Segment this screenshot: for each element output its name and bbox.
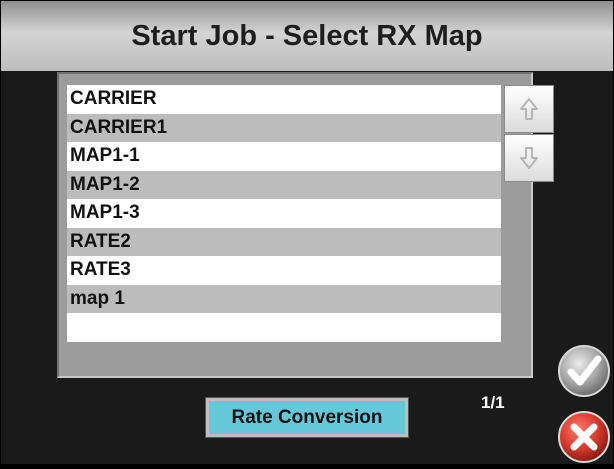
map-list-item[interactable]: CARRIER1 [67, 113, 501, 142]
map-list-item[interactable]: RATE2 [67, 227, 501, 256]
up-arrow-icon [520, 98, 538, 120]
scroll-down-button[interactable] [504, 134, 554, 182]
down-arrow-icon [520, 147, 538, 169]
page-indicator: 1/1 [481, 393, 505, 412]
rx-map-list-panel: CARRIER CARRIER1 MAP1-1 MAP1-2 MAP1-3 RATE2 RA… [57, 72, 554, 378]
map-list-item[interactable]: MAP1-2 [67, 170, 501, 199]
map-list-item[interactable]: map 1 [67, 284, 501, 313]
map-list-item[interactable]: MAP1-1 [67, 142, 501, 171]
map-list-item[interactable]: RATE3 [67, 256, 501, 285]
close-icon [558, 411, 610, 463]
map-list-item[interactable]: MAP1-3 [67, 199, 501, 228]
checkmark-icon [558, 345, 610, 397]
map-list-empty-row [67, 313, 501, 342]
rx-map-list: CARRIER CARRIER1 MAP1-1 MAP1-2 MAP1-3 RATE2 RA… [67, 85, 501, 342]
accept-button[interactable] [557, 344, 611, 398]
title-bar: Start Job - Select RX Map [1, 1, 613, 71]
cancel-button[interactable] [557, 410, 611, 464]
page-title: Start Job - Select RX Map [131, 20, 483, 52]
rate-conversion-button[interactable]: Rate Conversion [205, 397, 409, 438]
scroll-up-button[interactable] [504, 85, 554, 133]
screen: Start Job - Select RX Map CARRIER CARRIER… [0, 0, 614, 465]
map-list-item[interactable]: CARRIER [67, 85, 501, 114]
